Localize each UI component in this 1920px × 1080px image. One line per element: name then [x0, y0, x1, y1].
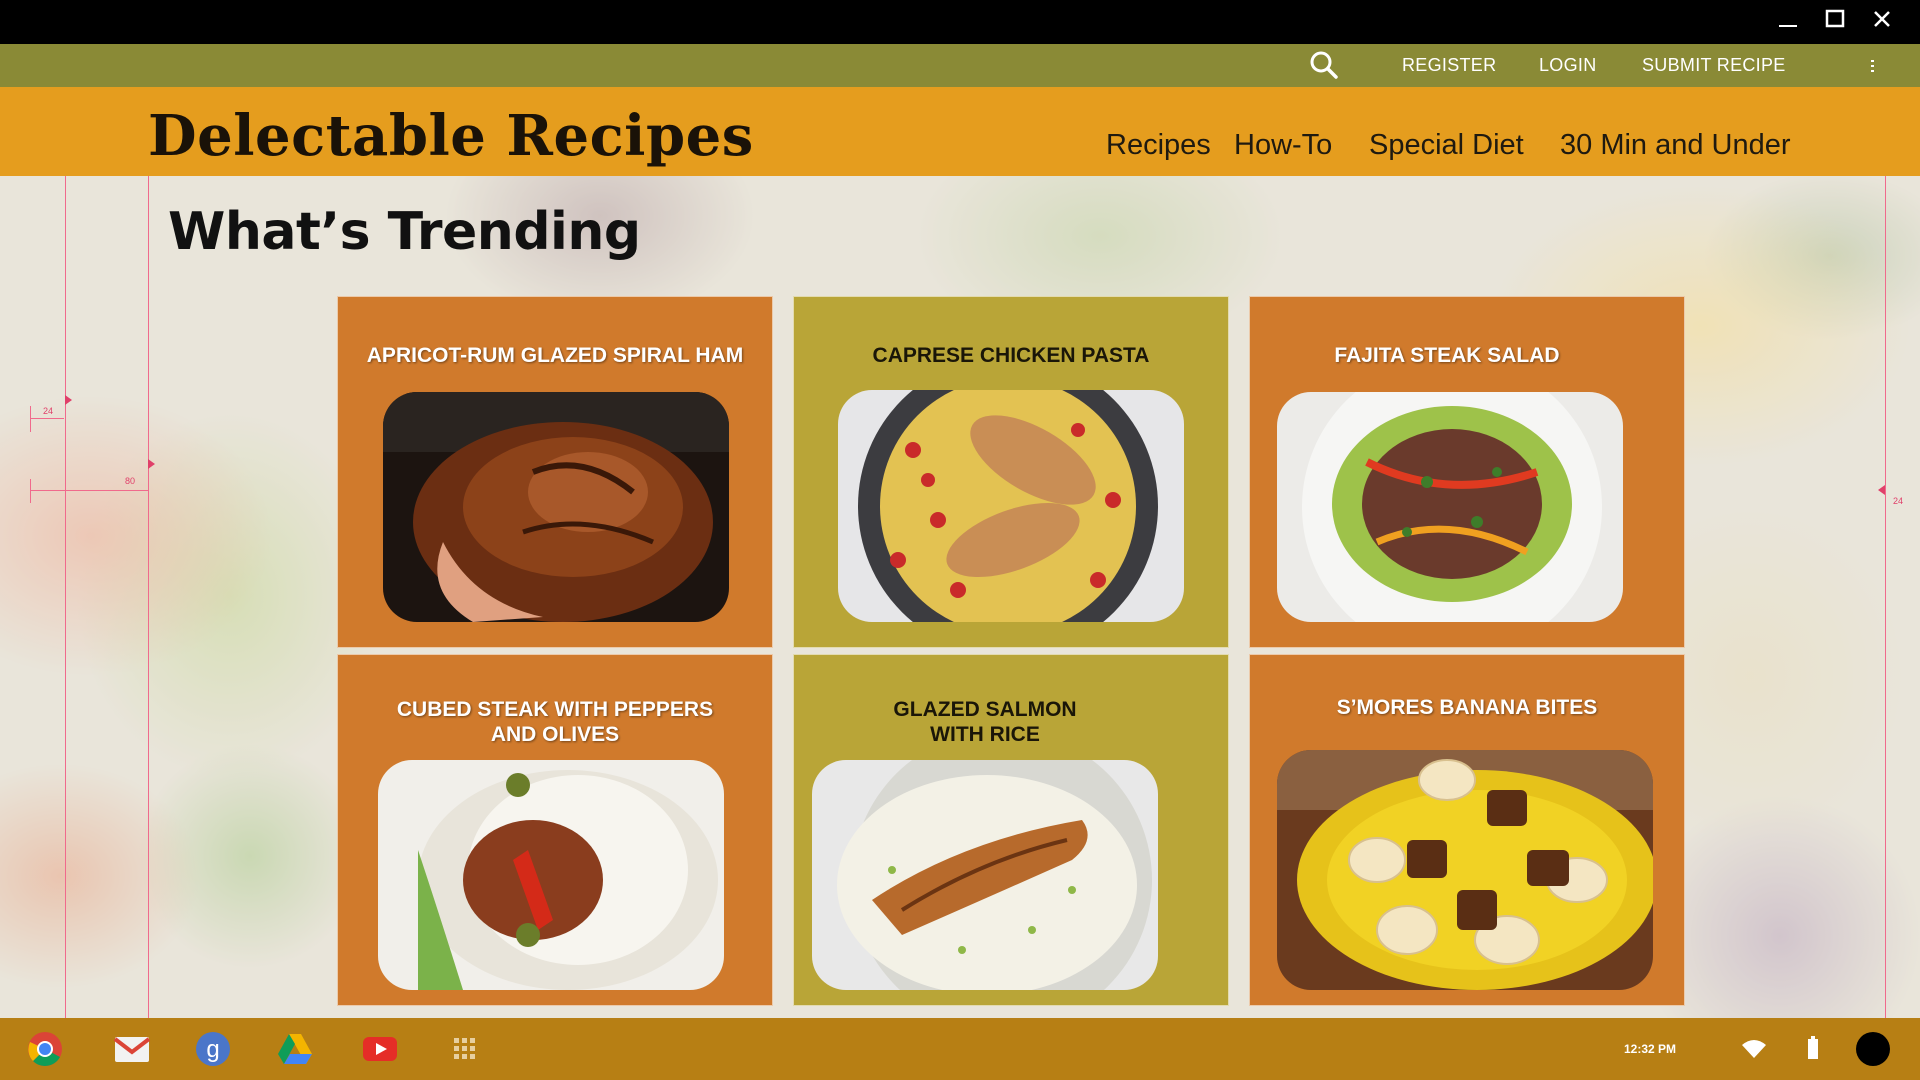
recipe-title-line-1: GLAZED SALMON: [893, 698, 1077, 721]
clock[interactable]: 12:32 PM: [1624, 1018, 1676, 1080]
guide-marker-icon: [65, 395, 72, 405]
search-icon[interactable]: [1309, 50, 1339, 80]
login-link[interactable]: LOGIN: [1539, 44, 1597, 87]
recipe-title-line-2: WITH RICE: [930, 723, 1040, 746]
guide-label-24: 24: [43, 406, 54, 416]
main-content: What’s Trending APRICOT-RUM GLAZED SPIRA…: [0, 176, 1920, 1018]
recipe-card-caprese-chicken-pasta[interactable]: CAPRESE CHICKEN PASTA: [793, 296, 1229, 648]
guide-label-80: 80: [125, 476, 136, 486]
recipe-title: S’MORES BANANA BITES: [1336, 696, 1598, 719]
recipe-title-line-1: CUBED STEAK WITH PEPPERS: [396, 698, 714, 721]
drive-icon[interactable]: [276, 1030, 314, 1068]
recipe-photo-smores-banana: [1277, 750, 1653, 990]
battery-icon[interactable]: [1807, 1036, 1819, 1060]
recipe-title: APRICOT-RUM GLAZED SPIRAL HAM: [366, 344, 744, 367]
youtube-icon[interactable]: [361, 1030, 399, 1068]
recipe-photo-pasta: [838, 390, 1184, 622]
guide-marker-icon: [148, 459, 155, 469]
chrome-icon[interactable]: [26, 1030, 64, 1068]
layout-guide-measure: [30, 479, 31, 503]
layout-guide-measure: [30, 418, 64, 419]
minimize-icon[interactable]: [1768, 6, 1808, 38]
site-header: Delectable Recipes Recipes How-To Specia…: [0, 87, 1920, 176]
recipe-photo-fajita-salad: [1277, 392, 1623, 622]
maximize-icon[interactable]: [1815, 6, 1855, 38]
recipe-card-fajita-steak-salad[interactable]: FAJITA STEAK SALAD: [1249, 296, 1685, 648]
recipe-card-cubed-steak[interactable]: CUBED STEAK WITH PEPPERS AND OLIVES: [337, 654, 773, 1006]
submit-recipe-link[interactable]: SUBMIT RECIPE: [1642, 44, 1786, 87]
os-shelf: g 12:32 PM: [0, 1018, 1920, 1080]
layout-guide-line: [1885, 176, 1886, 1018]
recipe-title-line-2: AND OLIVES: [490, 723, 620, 746]
window-titlebar: [0, 0, 1920, 44]
recipe-card-smores-banana-bites[interactable]: S’MORES BANANA BITES: [1249, 654, 1685, 1006]
layout-guide-line: [148, 176, 149, 1018]
register-link[interactable]: REGISTER: [1402, 44, 1496, 87]
site-logo-title[interactable]: Delectable Recipes: [148, 103, 754, 169]
recipe-card-apricot-rum-ham[interactable]: APRICOT-RUM GLAZED SPIRAL HAM: [337, 296, 773, 648]
recipe-photo-glazed-salmon: [812, 760, 1158, 990]
layout-guide-measure: [30, 406, 31, 432]
layout-guide-measure: [30, 490, 148, 491]
google-search-icon[interactable]: g: [194, 1030, 232, 1068]
recipe-photo-ham: [383, 392, 729, 622]
layout-guide-line: [65, 176, 66, 1018]
kebab-menu-icon[interactable]: [1868, 58, 1878, 74]
recipe-card-glazed-salmon[interactable]: GLAZED SALMON WITH RICE: [793, 654, 1229, 1006]
svg-text:g: g: [206, 1036, 219, 1063]
nav-special-diet[interactable]: Special Diet: [1369, 87, 1524, 176]
page-title: What’s Trending: [168, 202, 641, 262]
recipe-title: CAPRESE CHICKEN PASTA: [872, 344, 1150, 367]
nav-recipes[interactable]: Recipes: [1106, 87, 1211, 176]
app-launcher-icon[interactable]: [446, 1030, 484, 1068]
wifi-icon[interactable]: [1741, 1038, 1767, 1060]
utility-bar: REGISTER LOGIN SUBMIT RECIPE: [0, 44, 1920, 87]
nav-how-to[interactable]: How-To: [1234, 87, 1332, 176]
recipe-photo-cubed-steak: [378, 760, 724, 990]
guide-marker-icon: [1878, 485, 1885, 495]
nav-30-min-and-under[interactable]: 30 Min and Under: [1560, 87, 1791, 176]
account-avatar-icon[interactable]: [1856, 1032, 1890, 1066]
recipe-title: FAJITA STEAK SALAD: [1334, 344, 1560, 367]
guide-label-24-right: 24: [1893, 496, 1904, 506]
gmail-icon[interactable]: [113, 1030, 151, 1068]
close-icon[interactable]: [1862, 6, 1902, 38]
